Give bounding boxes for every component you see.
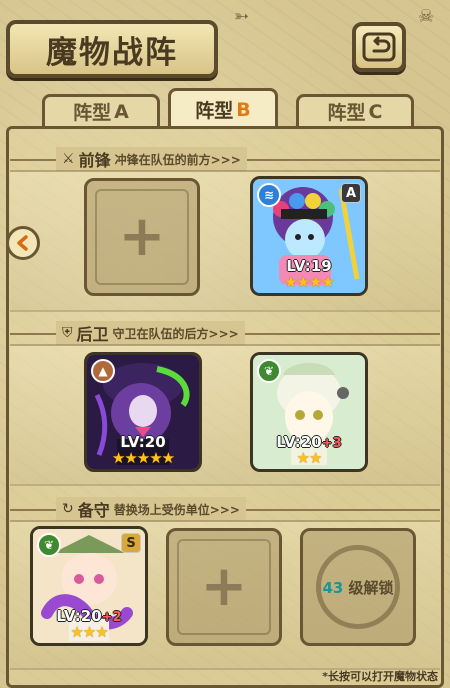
slot-inner: + xyxy=(177,539,271,635)
switch-formation-button[interactable] xyxy=(6,226,40,260)
star-rating: ★★★★ xyxy=(284,273,335,291)
add-icon: + xyxy=(200,554,248,619)
add-icon: + xyxy=(118,204,166,269)
front-strip xyxy=(10,170,440,312)
back-button[interactable] xyxy=(352,22,406,72)
sword-icon: ⚔ xyxy=(62,151,75,167)
front-label: ⚔ 前锋 冲锋在队伍的前方>>> xyxy=(56,147,247,171)
leaf-element-icon: ❦ xyxy=(37,533,61,557)
front-desc: 冲锋在队伍的前方>>> xyxy=(114,152,241,167)
back-label: ⛨ 后卫 守卫在队伍的后方>>> xyxy=(56,321,245,345)
tab-formation-b[interactable]: 阵型 B xyxy=(168,88,278,128)
lock-icon: 43 级解锁 xyxy=(316,545,400,629)
tab-formation-c[interactable]: 阵型 C xyxy=(296,94,414,126)
reserve-desc: 替换场上受伤单位>>> xyxy=(113,502,240,517)
shield-icon: ⛨ xyxy=(62,325,73,341)
tab-letter: C xyxy=(368,100,383,123)
back-monster-card-2[interactable]: ❦ LV:20+3 ★★ xyxy=(250,352,368,472)
back-strip xyxy=(10,344,440,486)
back-name: 后卫 xyxy=(76,325,109,344)
tab-formation-a[interactable]: 阵型 A xyxy=(42,94,160,126)
star-rating: ★★★ xyxy=(70,623,108,641)
long-press-hint: *长按可以打开魔物状态 xyxy=(322,670,438,683)
rank-badge: S xyxy=(121,533,141,553)
unlock-level: 43 xyxy=(322,578,344,597)
reserve-monster-card[interactable]: ❦ S LV:20+2 ★★★ xyxy=(30,526,148,646)
reserve-label: ↻ 备守 替换场上受伤单位>>> xyxy=(56,497,246,521)
reserve-slot-empty[interactable]: + xyxy=(166,528,282,646)
tab-label: 阵型 xyxy=(73,102,112,124)
reserve-slot-locked[interactable]: 43 级解锁 xyxy=(300,528,416,646)
earth-element-icon: ▲ xyxy=(91,359,115,383)
return-icon xyxy=(362,32,396,62)
tab-letter: B xyxy=(236,98,251,121)
tab-label: 阵型 xyxy=(327,102,366,124)
formation-tabs: 阵型 A 阵型 B 阵型 C xyxy=(0,88,450,128)
page-title-plate: 魔物战阵 xyxy=(6,20,218,78)
back-monster-card-1[interactable]: ▲ LV:20 ★★★★★ xyxy=(84,352,202,472)
front-monster-card[interactable]: ≋ A LV:19 ★★★★ xyxy=(250,176,368,296)
star-rating: ★★★★★ xyxy=(111,449,175,467)
decor-skull-icon: ☠ xyxy=(418,6,435,27)
unlock-text: 级解锁 xyxy=(348,578,394,597)
back-desc: 守卫在队伍的后方>>> xyxy=(112,326,239,341)
tab-letter: A xyxy=(114,100,129,123)
page-title: 魔物战阵 xyxy=(46,34,178,71)
swap-icon: ↻ xyxy=(62,501,74,517)
decor-arrow-icon: ➳ xyxy=(234,6,250,27)
arrow-left-icon xyxy=(17,235,28,251)
reserve-name: 备守 xyxy=(77,501,110,520)
front-slot-empty[interactable]: + xyxy=(84,178,200,296)
water-element-icon: ≋ xyxy=(257,183,281,207)
leaf-element-icon: ❦ xyxy=(257,359,281,383)
star-rating: ★★ xyxy=(296,449,323,467)
tab-label: 阵型 xyxy=(195,100,234,122)
formation-screen: 魔物战阵 ➳ ☠ 阵型A 阵型B 阵型C ⚔ 前锋 冲锋在队伍的前方>>> xyxy=(0,0,450,688)
slot-inner: + xyxy=(95,189,189,285)
front-name: 前锋 xyxy=(78,151,111,170)
rank-badge: A xyxy=(341,183,361,203)
unlock-requirement: 43 级解锁 xyxy=(322,577,393,598)
